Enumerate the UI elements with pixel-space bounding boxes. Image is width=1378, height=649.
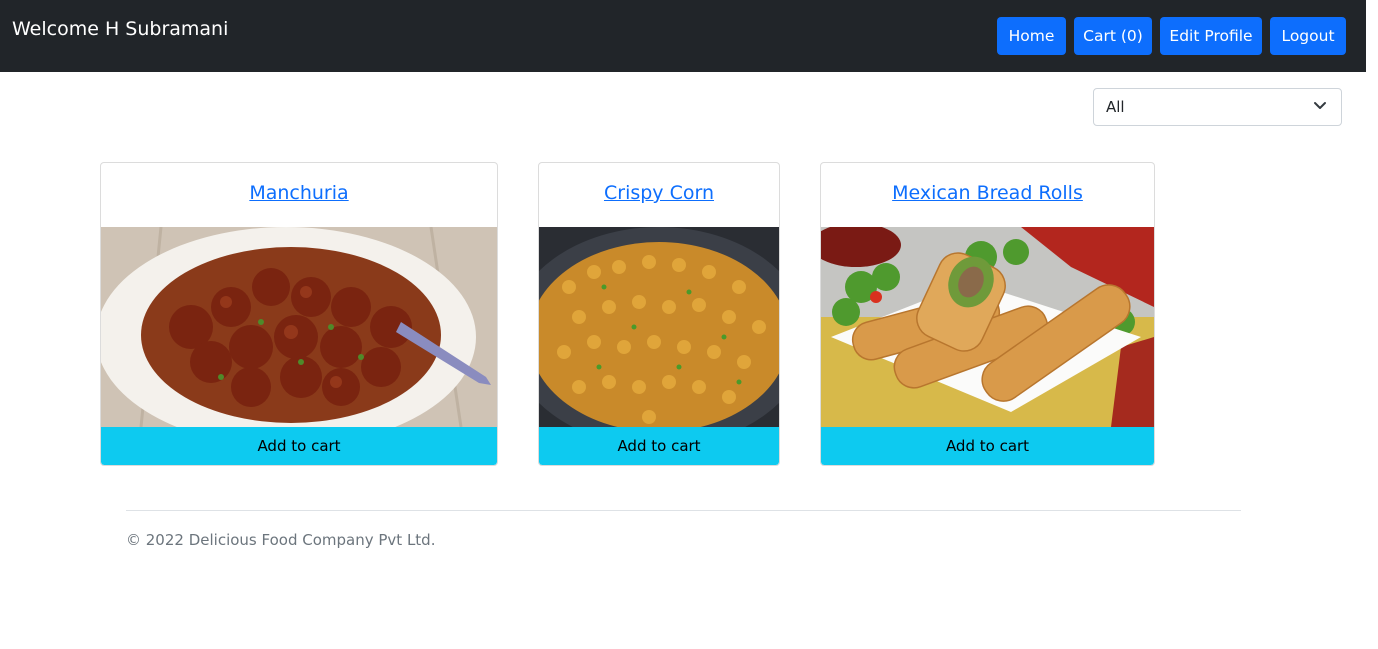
welcome-text: Welcome H Subramani <box>12 18 229 40</box>
cart-button[interactable]: Cart (0) <box>1074 17 1152 55</box>
add-to-cart-button[interactable]: Add to cart <box>101 427 497 465</box>
category-filter-select[interactable]: All <box>1093 88 1342 126</box>
product-title-link[interactable]: Crispy Corn <box>539 180 779 206</box>
footer-divider <box>126 510 1241 511</box>
chevron-down-icon <box>1314 102 1326 109</box>
logout-button[interactable]: Logout <box>1270 17 1346 55</box>
product-title-link[interactable]: Mexican Bread Rolls <box>821 180 1154 206</box>
add-to-cart-button[interactable]: Add to cart <box>539 427 779 465</box>
manchuria-image <box>101 227 497 427</box>
product-title-link[interactable]: Manchuria <box>101 180 497 206</box>
product-card: Manchuria Add to cart <box>100 162 498 466</box>
category-filter-value: All <box>1106 98 1125 116</box>
edit-profile-button[interactable]: Edit Profile <box>1160 17 1262 55</box>
home-button[interactable]: Home <box>997 17 1066 55</box>
mexican-bread-rolls-image <box>821 227 1154 427</box>
product-card: Crispy Corn Add to cart <box>538 162 780 466</box>
top-navbar: Welcome H Subramani Home Cart (0) Edit P… <box>0 0 1366 72</box>
crispy-corn-image <box>539 227 779 427</box>
product-card: Mexican Bread Rolls Add to cart <box>820 162 1155 466</box>
add-to-cart-button[interactable]: Add to cart <box>821 427 1154 465</box>
footer-copyright: © 2022 Delicious Food Company Pvt Ltd. <box>126 531 436 549</box>
